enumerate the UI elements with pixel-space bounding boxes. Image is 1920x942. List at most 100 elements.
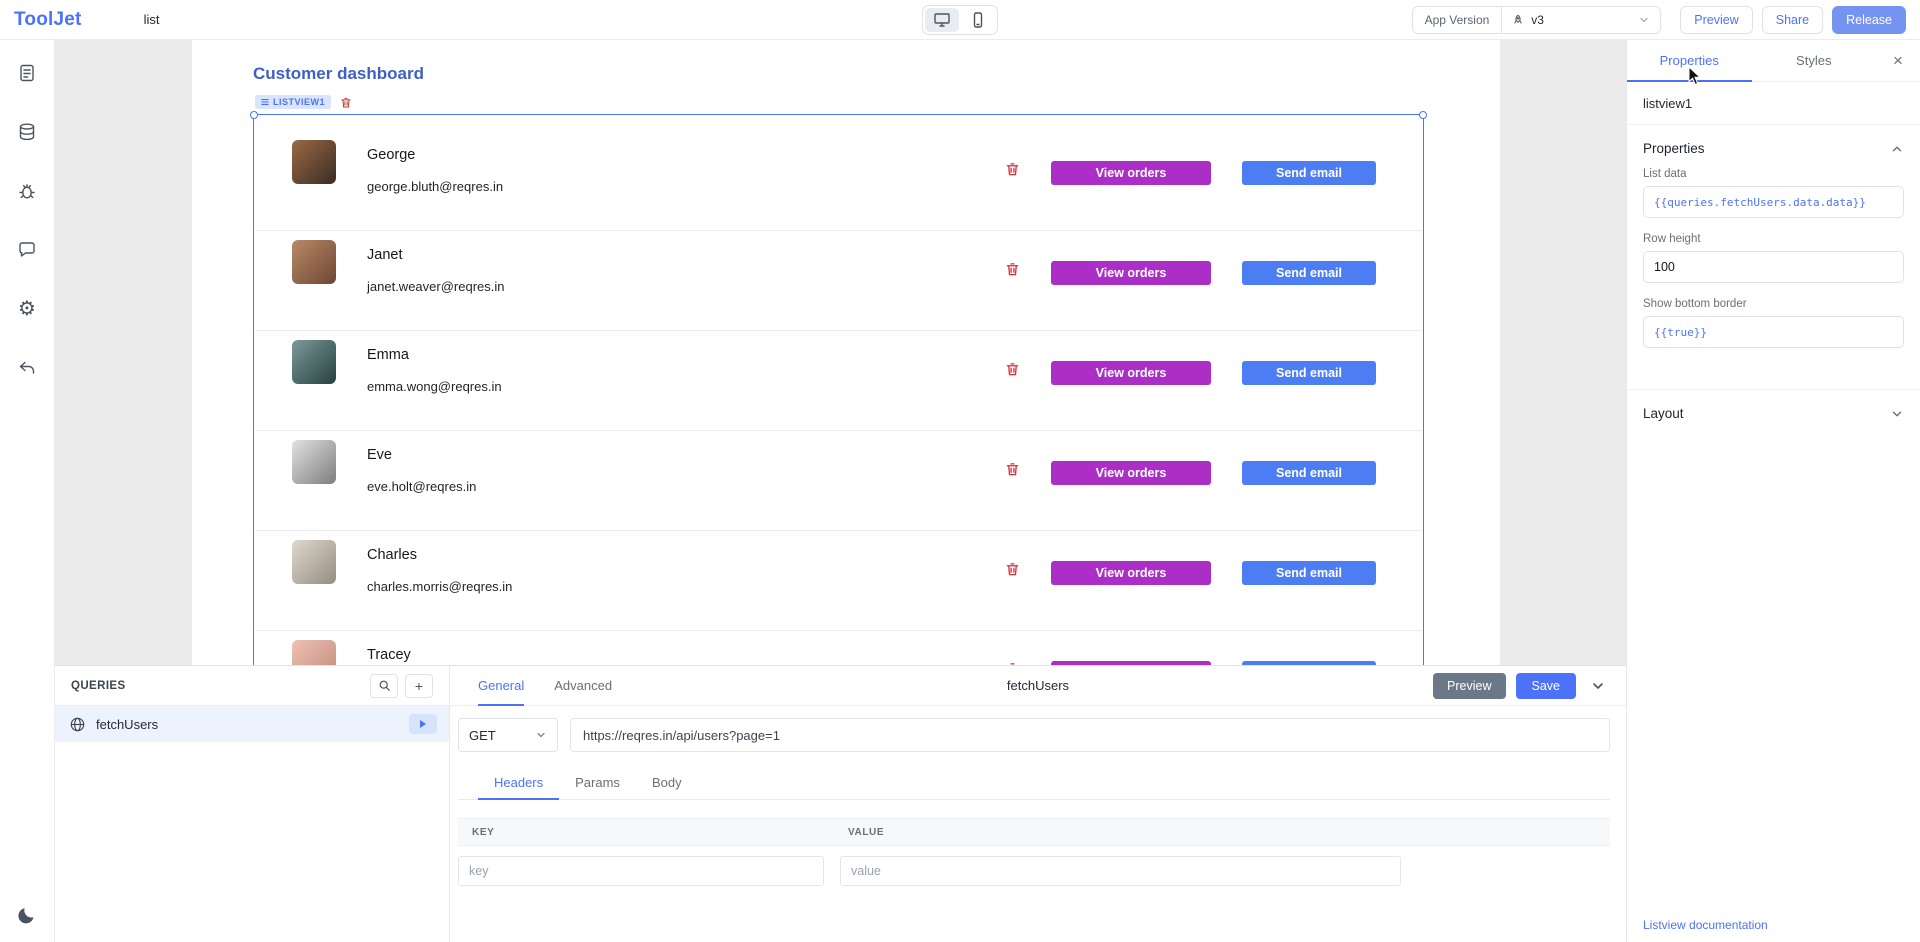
kv-table-header: KEY VALUE [458, 818, 1610, 846]
customer-email: eve.holt@reqres.in [367, 479, 476, 494]
desktop-icon [933, 11, 951, 29]
tab-general[interactable]: General [478, 666, 524, 705]
list-data-input[interactable]: {{queries.fetchUsers.data.data}} [1643, 186, 1904, 218]
header-key-input[interactable] [458, 856, 824, 886]
resize-handle-top-left[interactable] [250, 111, 258, 119]
editor-center: Customer dashboard LISTVIEW1 [55, 40, 1626, 942]
list-item: Emma emma.wong@reqres.in View orders Sen… [255, 331, 1422, 431]
debugger-icon[interactable] [16, 180, 38, 202]
view-orders-button[interactable]: View orders [1051, 561, 1211, 585]
mobile-view-button[interactable] [961, 8, 995, 32]
undo-icon[interactable] [16, 357, 38, 379]
selected-query-title: fetchUsers [1007, 678, 1069, 693]
header-actions: App Version v3 Preview Share Release [1412, 6, 1906, 34]
rocket-icon [1512, 14, 1524, 26]
delete-row-button[interactable] [1003, 359, 1022, 379]
run-query-button[interactable] [409, 714, 437, 734]
plus-icon: + [415, 678, 423, 694]
delete-row-button[interactable] [1003, 159, 1022, 179]
search-icon [378, 679, 391, 692]
send-email-button[interactable]: Send email [1242, 661, 1376, 665]
delete-row-button[interactable] [1003, 459, 1022, 479]
send-email-button[interactable]: Send email [1242, 561, 1376, 585]
query-preview-button[interactable]: Preview [1433, 673, 1505, 699]
customer-email: emma.wong@reqres.in [367, 379, 502, 394]
view-orders-button[interactable]: View orders [1051, 661, 1211, 665]
send-email-button[interactable]: Send email [1242, 461, 1376, 485]
app-body: ⚙ Customer dashboard LISTVIEW1 [0, 40, 1920, 942]
version-select[interactable]: v3 [1502, 13, 1660, 27]
search-queries-button[interactable] [370, 674, 398, 698]
customer-email: janet.weaver@reqres.in [367, 279, 504, 294]
send-email-button[interactable]: Send email [1242, 161, 1376, 185]
header-value-input[interactable] [840, 856, 1401, 886]
pages-icon[interactable] [16, 62, 38, 84]
tab-styles[interactable]: Styles [1752, 40, 1877, 81]
selected-widget-name: listview1 [1627, 82, 1920, 125]
delete-row-button[interactable] [1003, 559, 1022, 579]
key-column-header: KEY [458, 827, 848, 838]
inspector-icon[interactable] [16, 239, 38, 261]
tab-advanced[interactable]: Advanced [554, 666, 612, 705]
delete-widget-button[interactable] [340, 96, 352, 109]
layout-section-header[interactable]: Layout [1627, 390, 1920, 433]
datasources-icon[interactable] [16, 121, 38, 143]
app-canvas[interactable]: Customer dashboard LISTVIEW1 [192, 40, 1500, 665]
tab-params[interactable]: Params [559, 766, 636, 799]
view-orders-button[interactable]: View orders [1051, 361, 1211, 385]
widget-config-handle: LISTVIEW1 [255, 95, 352, 109]
play-icon [420, 720, 426, 728]
query-name: fetchUsers [96, 717, 399, 732]
customer-name: Charles [367, 547, 417, 563]
tooljet-logo[interactable]: ToolJet [14, 9, 82, 31]
tab-headers[interactable]: Headers [478, 766, 559, 799]
preview-button[interactable]: Preview [1680, 6, 1752, 34]
release-button[interactable]: Release [1832, 6, 1906, 34]
dark-mode-icon[interactable] [16, 904, 38, 926]
delete-row-button[interactable] [1003, 259, 1022, 279]
widget-name-badge[interactable]: LISTVIEW1 [255, 95, 331, 109]
resize-handle-top-right[interactable] [1419, 111, 1427, 119]
customer-email: george.bluth@reqres.in [367, 179, 503, 194]
close-inspector-button[interactable]: × [1876, 40, 1920, 81]
show-bottom-border-input[interactable]: {{true}} [1643, 316, 1904, 348]
customer-name: Eve [367, 447, 392, 463]
delete-row-button[interactable] [1003, 659, 1022, 665]
http-method-select[interactable]: GET [458, 718, 558, 752]
queries-list-pane: QUERIES + [55, 666, 450, 942]
view-orders-button[interactable]: View orders [1051, 261, 1211, 285]
inspector-panel: Properties Styles × listview1 Properties… [1626, 40, 1920, 942]
tab-body[interactable]: Body [636, 766, 698, 799]
list-icon [261, 98, 269, 106]
app-version-control: App Version v3 [1412, 6, 1662, 34]
add-query-button[interactable]: + [405, 674, 433, 698]
property-label: Show bottom border [1643, 298, 1904, 310]
properties-section-header[interactable]: Properties [1627, 125, 1920, 168]
customer-name: Tracey [367, 647, 411, 663]
listview-widget[interactable]: George george.bluth@reqres.in View order… [253, 114, 1424, 665]
chevron-down-icon [1638, 14, 1650, 26]
request-url-input[interactable] [570, 718, 1610, 752]
tab-properties[interactable]: Properties [1627, 40, 1752, 81]
collapse-panel-button[interactable] [1586, 674, 1610, 698]
avatar [292, 240, 336, 284]
customer-email: charles.morris@reqres.in [367, 579, 512, 594]
query-list-item[interactable]: fetchUsers [55, 706, 449, 742]
app-name: list [144, 12, 160, 27]
avatar [292, 340, 336, 384]
query-save-button[interactable]: Save [1516, 673, 1577, 699]
row-height-input[interactable]: 100 [1643, 251, 1904, 283]
avatar [292, 540, 336, 584]
list-item: George george.bluth@reqres.in View order… [255, 131, 1422, 231]
listview-documentation-link[interactable]: Listview documentation [1643, 918, 1768, 932]
send-email-button[interactable]: Send email [1242, 261, 1376, 285]
chevron-down-icon [1890, 407, 1904, 421]
queries-header: QUERIES + [55, 666, 449, 706]
send-email-button[interactable]: Send email [1242, 361, 1376, 385]
list-item: Charles charles.morris@reqres.in View or… [255, 531, 1422, 631]
share-button[interactable]: Share [1762, 6, 1823, 34]
view-orders-button[interactable]: View orders [1051, 161, 1211, 185]
view-orders-button[interactable]: View orders [1051, 461, 1211, 485]
desktop-view-button[interactable] [925, 8, 959, 32]
settings-icon[interactable]: ⚙ [16, 298, 38, 320]
